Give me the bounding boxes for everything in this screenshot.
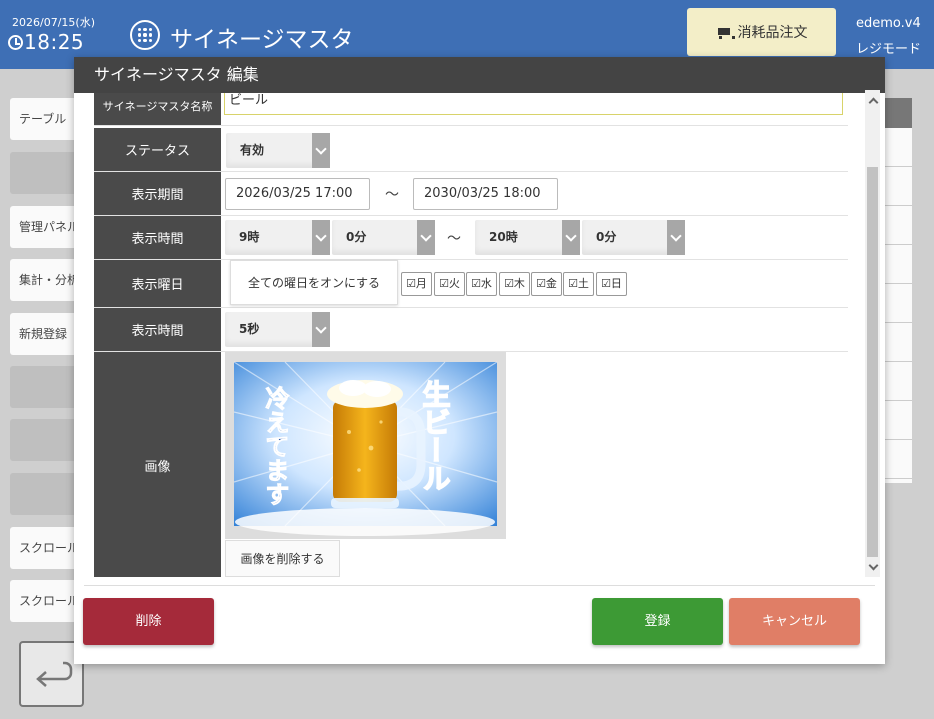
time-separator: ～ [447,231,461,247]
duration-row: 表示時間 5秒 [94,308,848,352]
modal-title: サイネージマスタ 編集 [74,57,885,93]
edit-form: サイネージマスタ名称 ビール ステータス 有効 表示期間 2026/03/25 … [94,93,848,577]
edit-modal: サイネージマスタ 編集 サイネージマスタ名称 ビール ステータス 有効 表示期間… [74,57,885,664]
scrollbar-thumb[interactable] [867,167,878,557]
bg-menu-item[interactable] [10,366,80,408]
day-checkbox-mon[interactable]: ☑月 [401,272,432,296]
bg-menu-item[interactable] [10,152,80,194]
time-label: 表示時間 [94,216,221,259]
return-arrow-icon [36,661,73,687]
header-date: 2026/07/15(水) [12,16,95,29]
chevron-down-icon [312,312,330,347]
day-checkbox-fri[interactable]: ☑金 [531,272,562,296]
day-checkbox-sat[interactable]: ☑土 [563,272,594,296]
delete-image-button[interactable]: 画像を削除する [225,540,340,577]
period-start-input[interactable]: 2026/03/25 17:00 [225,178,370,210]
status-value: 有効 [240,143,265,157]
day-checkbox-thu[interactable]: ☑木 [499,272,530,296]
header-time: 18:25 [24,30,85,54]
days-row: 表示曜日 全ての曜日をオンにする ☑月 ☑火 ☑水 ☑木 ☑金 ☑土 ☑日 [94,260,848,308]
status-row: ステータス 有効 [94,128,848,172]
app-grid-icon [130,20,160,50]
version-label: edemo.v4 [856,16,921,31]
period-row: 表示期間 2026/03/25 17:00 ～ 2030/03/25 18:00 [94,172,848,216]
order-supplies-label: 消耗品注文 [737,25,808,41]
chevron-down-icon [417,220,435,255]
chevron-down-icon [562,220,580,255]
period-separator: ～ [385,187,399,203]
bg-menu-item[interactable]: スクロール [10,527,80,569]
form-scrollbar[interactable] [865,90,880,577]
scroll-up-icon[interactable] [868,96,877,105]
name-label: サイネージマスタ名称 [94,93,221,125]
start-hour-select[interactable]: 9時 [225,220,330,255]
bg-menu-item[interactable] [10,473,80,515]
signage-image-frame: 冷えてます 生ビール [225,352,506,539]
bg-menu-item[interactable]: 新規登録 [10,313,80,355]
image-label: 画像 [94,352,221,577]
bg-menu-item[interactable]: 集計・分析 [10,259,80,301]
register-button[interactable]: 登録 [592,598,723,645]
delete-button[interactable]: 削除 [83,598,214,645]
cancel-button[interactable]: キャンセル [729,598,860,645]
clock-icon [8,35,23,50]
bg-menu-item[interactable]: スクロール [10,580,80,622]
status-select[interactable]: 有効 [226,133,330,168]
app-title: サイネージマスタ [170,27,354,53]
period-label: 表示期間 [94,172,221,215]
all-days-on-button[interactable]: 全ての曜日をオンにする [230,260,398,305]
mode-label: レジモード [856,42,922,57]
bg-menu-item[interactable]: 管理パネル [10,206,80,248]
footer-divider [84,585,875,586]
cart-icon [716,26,735,39]
bg-menu-item[interactable] [10,419,80,461]
chevron-down-icon [312,220,330,255]
period-end-input[interactable]: 2030/03/25 18:00 [413,178,558,210]
order-supplies-button[interactable]: 消耗品注文 [687,8,836,56]
bg-menu-item[interactable]: テーブル [10,98,80,140]
end-minute-select[interactable]: 0分 [582,220,685,255]
scroll-down-icon[interactable] [868,562,877,571]
chevron-down-icon [312,133,330,168]
name-row: サイネージマスタ名称 ビール [94,93,848,126]
duration-label: 表示時間 [94,308,221,351]
end-hour-select[interactable]: 20時 [475,220,580,255]
signage-text-left [280,383,320,513]
image-row: 画像 冷えてます 生ビール 画像を削除する [94,352,848,577]
chevron-down-icon [667,220,685,255]
background-table-strip [884,98,912,483]
duration-select[interactable]: 5秒 [225,312,330,347]
time-row: 表示時間 9時 0分 ～ 20時 0分 [94,216,848,260]
start-minute-select[interactable]: 0分 [332,220,435,255]
days-label: 表示曜日 [94,260,221,307]
day-checkbox-wed[interactable]: ☑水 [466,272,497,296]
name-input[interactable]: ビール [224,93,843,115]
signage-text-beer: 生ビール [419,380,452,492]
day-checkbox-tue[interactable]: ☑火 [434,272,465,296]
day-checkbox-sun[interactable]: ☑日 [596,272,627,296]
beer-signage-image: 冷えてます 生ビール [233,361,498,536]
status-label: ステータス [94,128,221,171]
